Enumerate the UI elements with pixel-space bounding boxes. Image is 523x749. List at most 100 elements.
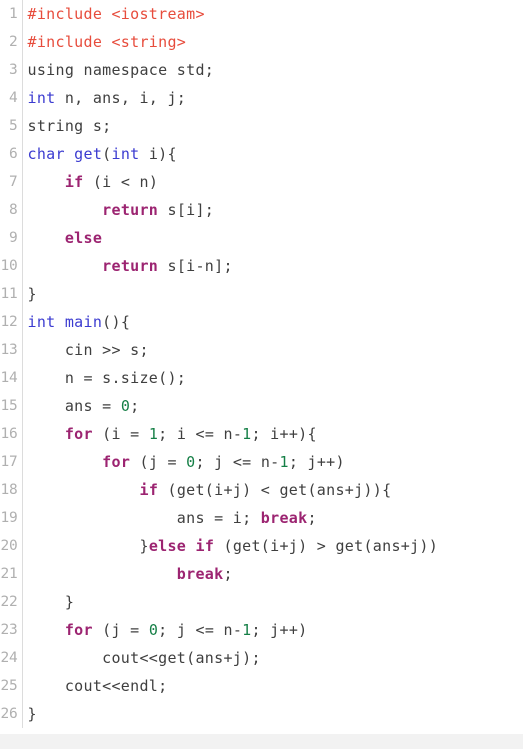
code-line-row[interactable]: 1 #include <iostream> — [0, 0, 523, 28]
code-lines: 1 #include <iostream> 2 #include <string> 3 u… — [0, 0, 523, 728]
code-line-row[interactable]: 24 cout<<get(ans+j); — [0, 644, 523, 672]
code-line-row[interactable]: 20 }else if (get(i+j) > get(ans+j)) — [0, 532, 523, 560]
line-number: 20 — [0, 532, 23, 560]
code-line-content[interactable]: } — [22, 700, 523, 728]
code-line-row[interactable]: 10 return s[i-n]; — [0, 252, 523, 280]
code-line-row[interactable]: 3 using namespace std; — [0, 56, 523, 84]
code-token-kw: for — [102, 453, 131, 471]
code-line-content[interactable]: for (j = 0; j <= n-1; j++) — [22, 448, 523, 476]
code-line-row[interactable]: 23 for (j = 0; j <= n-1; j++) — [0, 616, 523, 644]
code-token-plain: } — [27, 285, 37, 303]
line-number: 17 — [0, 448, 23, 476]
code-token-plain: ; — [307, 509, 317, 527]
code-token-plain: ; — [130, 397, 140, 415]
code-line-content[interactable]: int n, ans, i, j; — [22, 84, 523, 112]
code-token-num: 0 — [148, 621, 159, 639]
code-token-plain: (j = — [92, 621, 149, 639]
code-line-row[interactable]: 19 ans = i; break; — [0, 504, 523, 532]
code-line-row[interactable]: 26} — [0, 700, 523, 728]
code-line-content[interactable]: ans = 0; — [22, 392, 523, 420]
code-line-content[interactable]: for (i = 1; i <= n-1; i++){ — [22, 420, 523, 448]
code-line-row[interactable]: 25 cout<<endl; — [0, 672, 523, 700]
code-token-fn: get — [74, 145, 103, 163]
code-line-content[interactable]: #include <string> — [22, 28, 523, 56]
code-line-content[interactable]: if (get(i+j) < get(ans+j)){ — [22, 476, 523, 504]
code-token-plain: n, ans, i, j; — [55, 89, 187, 107]
code-token-kw: else — [148, 537, 187, 555]
code-token-pre: #include <iostream> — [27, 5, 205, 23]
code-line-row[interactable]: 16 for (i = 1; i <= n-1; i++){ — [0, 420, 523, 448]
code-token-plain: ; j++) — [288, 453, 345, 471]
line-number: 13 — [0, 336, 23, 364]
code-line-content[interactable]: for (j = 0; j <= n-1; j++) — [22, 616, 523, 644]
code-line-row[interactable]: 15 ans = 0; — [0, 392, 523, 420]
code-line-content[interactable]: n = s.size(); — [22, 364, 523, 392]
code-token-plain: s[i-n]; — [158, 257, 233, 275]
code-token-plain: s[i]; — [158, 201, 215, 219]
code-line-row[interactable]: 5 string s; — [0, 112, 523, 140]
code-token-kw: break — [260, 509, 308, 527]
code-line-content[interactable]: return s[i]; — [22, 196, 523, 224]
code-line-content[interactable]: if (i < n) — [22, 168, 523, 196]
code-line-row[interactable]: 9 else — [0, 224, 523, 252]
code-line-content[interactable]: char get(int i){ — [22, 140, 523, 168]
code-line-row[interactable]: 21 break; — [0, 560, 523, 588]
code-line-content[interactable]: return s[i-n]; — [22, 252, 523, 280]
code-line-row[interactable]: 7 if (i < n) — [0, 168, 523, 196]
code-line-content[interactable]: }else if (get(i+j) > get(ans+j)) — [22, 532, 523, 560]
code-token-plain: } — [27, 537, 149, 555]
code-token-kw: for — [64, 425, 93, 443]
code-token-plain: cin >> s; — [27, 341, 149, 359]
code-line-row[interactable]: 12 int main(){ — [0, 308, 523, 336]
code-line-row[interactable]: 4 int n, ans, i, j; — [0, 84, 523, 112]
code-token-plain: cout<<endl; — [27, 677, 168, 695]
code-line-row[interactable]: 14 n = s.size(); — [0, 364, 523, 392]
code-line-row[interactable]: 2 #include <string> — [0, 28, 523, 56]
code-line-content[interactable]: #include <iostream> — [22, 0, 523, 28]
code-token-plain: (get(i+j) < get(ans+j)){ — [158, 481, 392, 499]
code-line-row[interactable]: 17 for (j = 0; j <= n-1; j++) — [0, 448, 523, 476]
code-token-kw: break — [176, 565, 224, 583]
code-line-content[interactable]: } — [22, 280, 523, 308]
code-token-plain: cout<<get(ans+j); — [27, 649, 261, 667]
code-line-row[interactable]: 11} — [0, 280, 523, 308]
code-line-content[interactable]: string s; — [22, 112, 523, 140]
code-token-fn: main — [64, 313, 103, 331]
code-line-row[interactable]: 18 if (get(i+j) < get(ans+j)){ — [0, 476, 523, 504]
code-line-content[interactable]: else — [22, 224, 523, 252]
code-viewer: 1 #include <iostream> 2 #include <string> 3 u… — [0, 0, 523, 749]
code-token-plain: (i < n) — [83, 173, 159, 191]
code-line-content[interactable]: ans = i; break; — [22, 504, 523, 532]
code-line-content[interactable]: int main(){ — [22, 308, 523, 336]
code-line-content[interactable]: cin >> s; — [22, 336, 523, 364]
line-number: 24 — [0, 644, 23, 672]
line-number: 18 — [0, 476, 23, 504]
line-number: 5 — [0, 112, 23, 140]
code-token-type: int — [111, 145, 140, 163]
code-line-row[interactable]: 13 cin >> s; — [0, 336, 523, 364]
code-token-plain: string s; — [27, 117, 112, 135]
line-number: 26 — [0, 700, 23, 728]
code-token-plain: n = s.size(); — [27, 369, 187, 387]
code-token-kw: return — [102, 257, 159, 275]
code-token-plain: (i = — [92, 425, 149, 443]
code-line-content[interactable]: cout<<get(ans+j); — [22, 644, 523, 672]
code-scroll-area[interactable]: 1 #include <iostream> 2 #include <string> 3 u… — [0, 0, 523, 734]
code-line-content[interactable]: break; — [22, 560, 523, 588]
code-token-kw: for — [64, 621, 93, 639]
code-line-content[interactable]: cout<<endl; — [22, 672, 523, 700]
code-line-content[interactable]: } — [22, 588, 523, 616]
line-number: 21 — [0, 560, 23, 588]
code-line-content[interactable]: using namespace std; — [22, 56, 523, 84]
code-line-row[interactable]: 6 char get(int i){ — [0, 140, 523, 168]
code-token-kw: return — [102, 201, 159, 219]
code-token-type: char — [27, 145, 65, 163]
line-number: 9 — [0, 224, 23, 252]
code-line-row[interactable]: 22 } — [0, 588, 523, 616]
code-line-row[interactable]: 8 return s[i]; — [0, 196, 523, 224]
